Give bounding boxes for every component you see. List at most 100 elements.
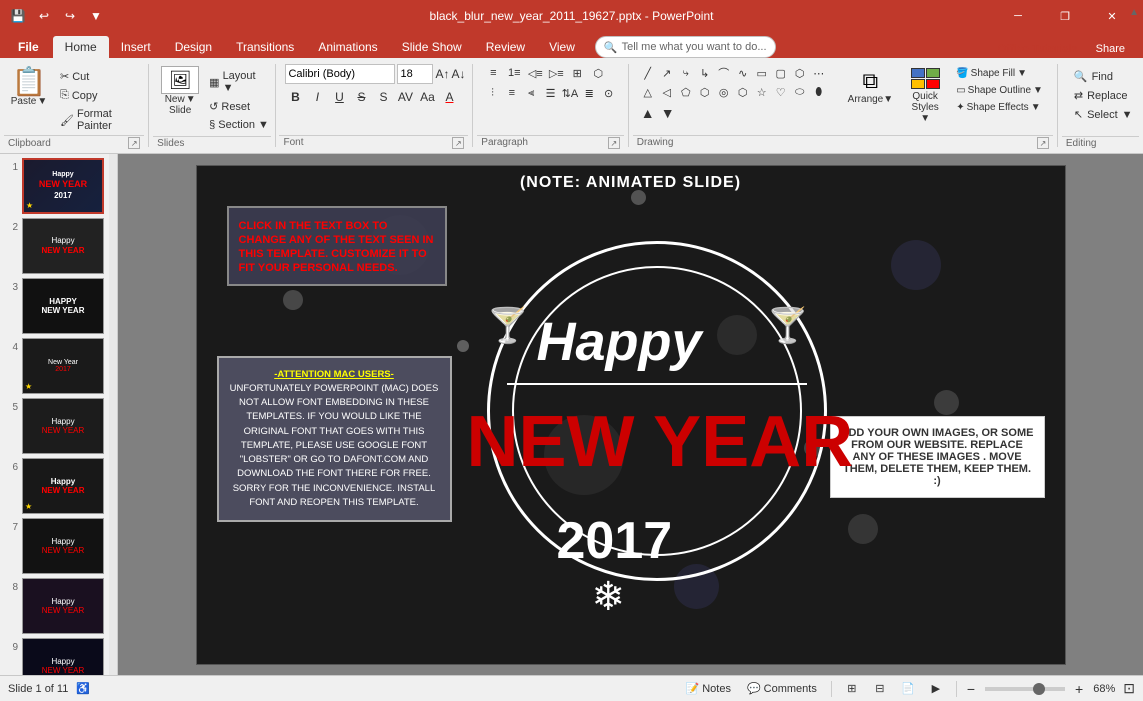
comments-button[interactable]: 💬 Comments [741,680,823,697]
slide-thumb-7[interactable]: 7 HappyNEW YEAR [4,518,113,574]
minimize-button[interactable]: ─ [995,0,1041,32]
layout-button[interactable]: ▦ Layout ▼ [205,68,273,96]
slide-sorter-button[interactable]: ⊟ [868,679,892,699]
slideshow-button[interactable]: ▶ [924,679,948,699]
quick-styles-button[interactable]: QuickStyles ▼ [902,64,948,128]
drawing-expand[interactable]: ↗ [1037,137,1049,149]
slide-thumb-5[interactable]: 5 HappyNEW YEAR [4,398,113,454]
shape-pentagon[interactable]: ⬠ [677,83,695,101]
char-spacing-button[interactable]: AV [395,87,415,107]
shape-curve[interactable]: ⌒ [715,64,733,82]
shape-rrect[interactable]: ▢ [772,64,790,82]
shape-heart[interactable]: ♡ [772,83,790,101]
shape-connector[interactable]: ⤷ [677,64,695,82]
shape-snip[interactable]: ⬡ [791,64,809,82]
restore-button[interactable]: ❐ [1042,0,1088,32]
info-text-box[interactable]: CLICK IN THE TEXT BOX TO CHANGE ANY OF T… [227,206,447,286]
shape-more[interactable]: ⋯ [810,64,828,82]
smart-art-button[interactable]: ⬡ [588,64,608,82]
shape-line[interactable]: ╱ [639,64,657,82]
text-direction-button[interactable]: ⇅A [561,84,579,102]
year-text[interactable]: 2017 [557,511,673,571]
accessibility-icon[interactable]: ♿ [76,682,90,695]
shape-hex[interactable]: ⬡ [696,83,714,101]
shape-expand2[interactable]: ⬮ [810,83,828,101]
zoom-thumb[interactable] [1033,683,1045,695]
shape-star[interactable]: ☆ [753,83,771,101]
cut-button[interactable]: ✂ Cut [56,68,144,85]
bold-button[interactable]: B [285,87,305,107]
customize-icon[interactable]: ▼ [86,6,106,26]
shape-triangle[interactable]: △ [639,83,657,101]
tab-insert[interactable]: Insert [109,36,163,58]
shape-rtriangle[interactable]: ◁ [658,83,676,101]
ribbon-collapse-button[interactable]: ▲ [1129,4,1139,18]
shape-freeform[interactable]: ∿ [734,64,752,82]
select-button[interactable]: ↖ Select ▼ [1068,106,1133,123]
animated-note[interactable]: (NOTE: ANIMATED SLIDE) [197,174,1065,192]
underline-button[interactable]: U [329,87,349,107]
reading-view-button[interactable]: 📄 [896,679,920,699]
clipboard-expand[interactable]: ↗ [128,137,140,149]
bullets-button[interactable]: ≡ [483,64,503,82]
normal-view-button[interactable]: ⊞ [840,679,864,699]
slide-thumb-3[interactable]: 3 HAPPYNEW YEAR [4,278,113,334]
save-icon[interactable]: 💾 [8,6,28,26]
zoom-out-button[interactable]: − [965,681,977,697]
mac-users-box[interactable]: -ATTENTION MAC USERS- UNFORTUNATELY POWE… [217,356,452,523]
align-left-button[interactable]: ⫶ [483,84,501,102]
fit-slide-button[interactable]: ⊡ [1123,680,1135,697]
align-center-button[interactable]: ≡ [503,84,521,102]
slide-thumb-8[interactable]: 8 HappyNEW YEAR [4,578,113,634]
increase-font-button[interactable]: A↑ [435,64,449,84]
tab-design[interactable]: Design [163,36,224,58]
replace-button[interactable]: ⇄ Replace [1068,87,1133,104]
decrease-indent-button[interactable]: ◁≡ [525,64,545,82]
justify-button[interactable]: ☰ [541,84,559,102]
undo-icon[interactable]: ↩ [34,6,54,26]
numbering-button[interactable]: 1≡ [504,64,524,82]
redo-icon[interactable]: ↪ [60,6,80,26]
shape-rect[interactable]: ▭ [753,64,771,82]
columns-button[interactable]: ⊞ [567,64,587,82]
tab-slideshow[interactable]: Slide Show [390,36,474,58]
share-button[interactable]: Share [1086,40,1135,58]
arrange-button[interactable]: ⧉ Arrange ▼ [843,64,898,109]
tab-home[interactable]: Home [53,36,109,58]
decrease-font-button[interactable]: A↓ [451,64,465,84]
slide-thumb-2[interactable]: 2 HappyNEW YEAR [4,218,113,274]
office-tutorials-link[interactable]: Office Tutorials [998,43,1078,55]
reset-button[interactable]: ↺ Reset [205,98,273,115]
shape-callout[interactable]: ⬭ [791,83,809,101]
tab-review[interactable]: Review [474,36,537,58]
zoom-slider[interactable] [985,687,1065,691]
convert-to-smartart-button[interactable]: ⊙ [599,84,617,102]
happy-text[interactable]: Happy [537,311,702,373]
shape-outline-button[interactable]: ▭ Shape Outline ▼ [952,83,1047,98]
slide-thumb-4[interactable]: 4 New Year2017 ★ [4,338,113,394]
shadow-button[interactable]: S [373,87,393,107]
tab-animations[interactable]: Animations [306,36,389,58]
tell-me-box[interactable]: 🔍 Tell me what you want to do... [595,36,776,58]
copy-button[interactable]: ⎘ Copy [56,87,144,104]
align-text-button[interactable]: ≣ [580,84,598,102]
strikethrough-button[interactable]: S [351,87,371,107]
new-year-text[interactable]: NEW YEAR [467,406,854,478]
align-right-button[interactable]: ⫷ [522,84,540,102]
shape-effects-button[interactable]: ✦ Shape Effects ▼ [952,100,1047,115]
tab-view[interactable]: View [537,36,587,58]
tab-transitions[interactable]: Transitions [224,36,306,58]
slide-thumb-1[interactable]: 1 HappyNEW YEAR2017 ★ [4,158,113,214]
font-expand[interactable]: ↗ [452,137,464,149]
slide-canvas[interactable]: (NOTE: ANIMATED SLIDE) CLICK IN THE TEXT… [196,165,1066,665]
shape-heptagon[interactable]: ◎ [715,83,733,101]
paste-button[interactable]: 📋 Paste ▼ [4,64,54,111]
scroll-shapes-down[interactable]: ▼ [659,104,677,122]
panel-resize[interactable] [109,154,117,675]
close-button[interactable]: ✕ [1089,0,1135,32]
font-color-button[interactable]: A [439,87,459,107]
section-button[interactable]: § Section ▼ [205,117,273,133]
slide-thumb-9[interactable]: 9 HappyNEW YEAR [4,638,113,675]
change-case-button[interactable]: Aa [417,87,437,107]
scroll-shapes-up[interactable]: ▲ [639,104,657,122]
